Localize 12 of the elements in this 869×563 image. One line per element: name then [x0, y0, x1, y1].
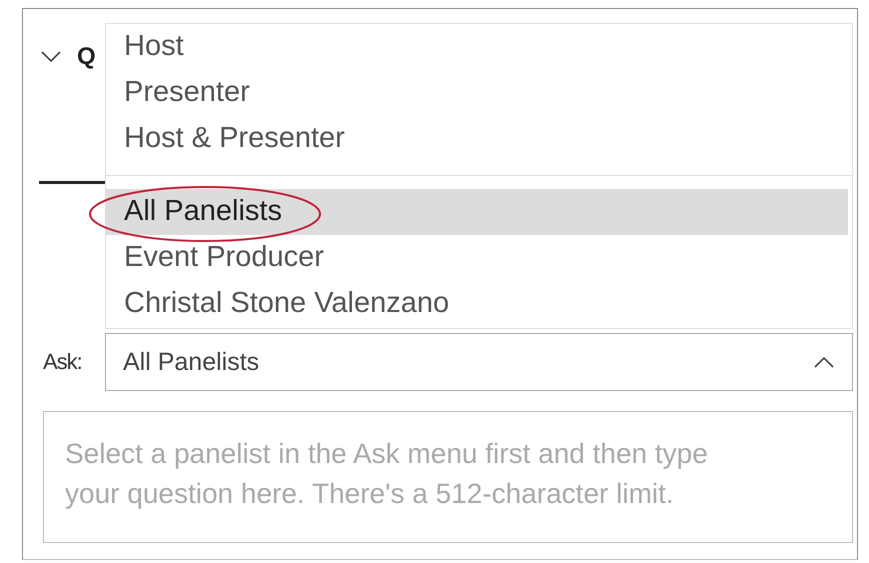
dropdown-option[interactable]: Host & Presenter [106, 116, 848, 162]
dropdown-option[interactable]: Host [106, 24, 848, 70]
ask-label: Ask: [42, 349, 83, 375]
dropdown-option[interactable]: All Panelists [106, 189, 848, 235]
ask-dropdown[interactable]: All Panelists [105, 333, 853, 391]
dropdown-option[interactable]: Christal Stone Valenzano [106, 281, 848, 327]
caret-icon[interactable] [814, 356, 834, 368]
dropdown-option[interactable]: Presenter [106, 70, 848, 116]
collapse-icon[interactable] [41, 51, 61, 63]
question-field[interactable]: Select a panelist in the Ask menu first and then type your question here. There's a 512-character limit. [43, 411, 853, 543]
panel-title: Q [77, 43, 96, 71]
dropdown-option[interactable]: Event Producer [106, 235, 848, 281]
